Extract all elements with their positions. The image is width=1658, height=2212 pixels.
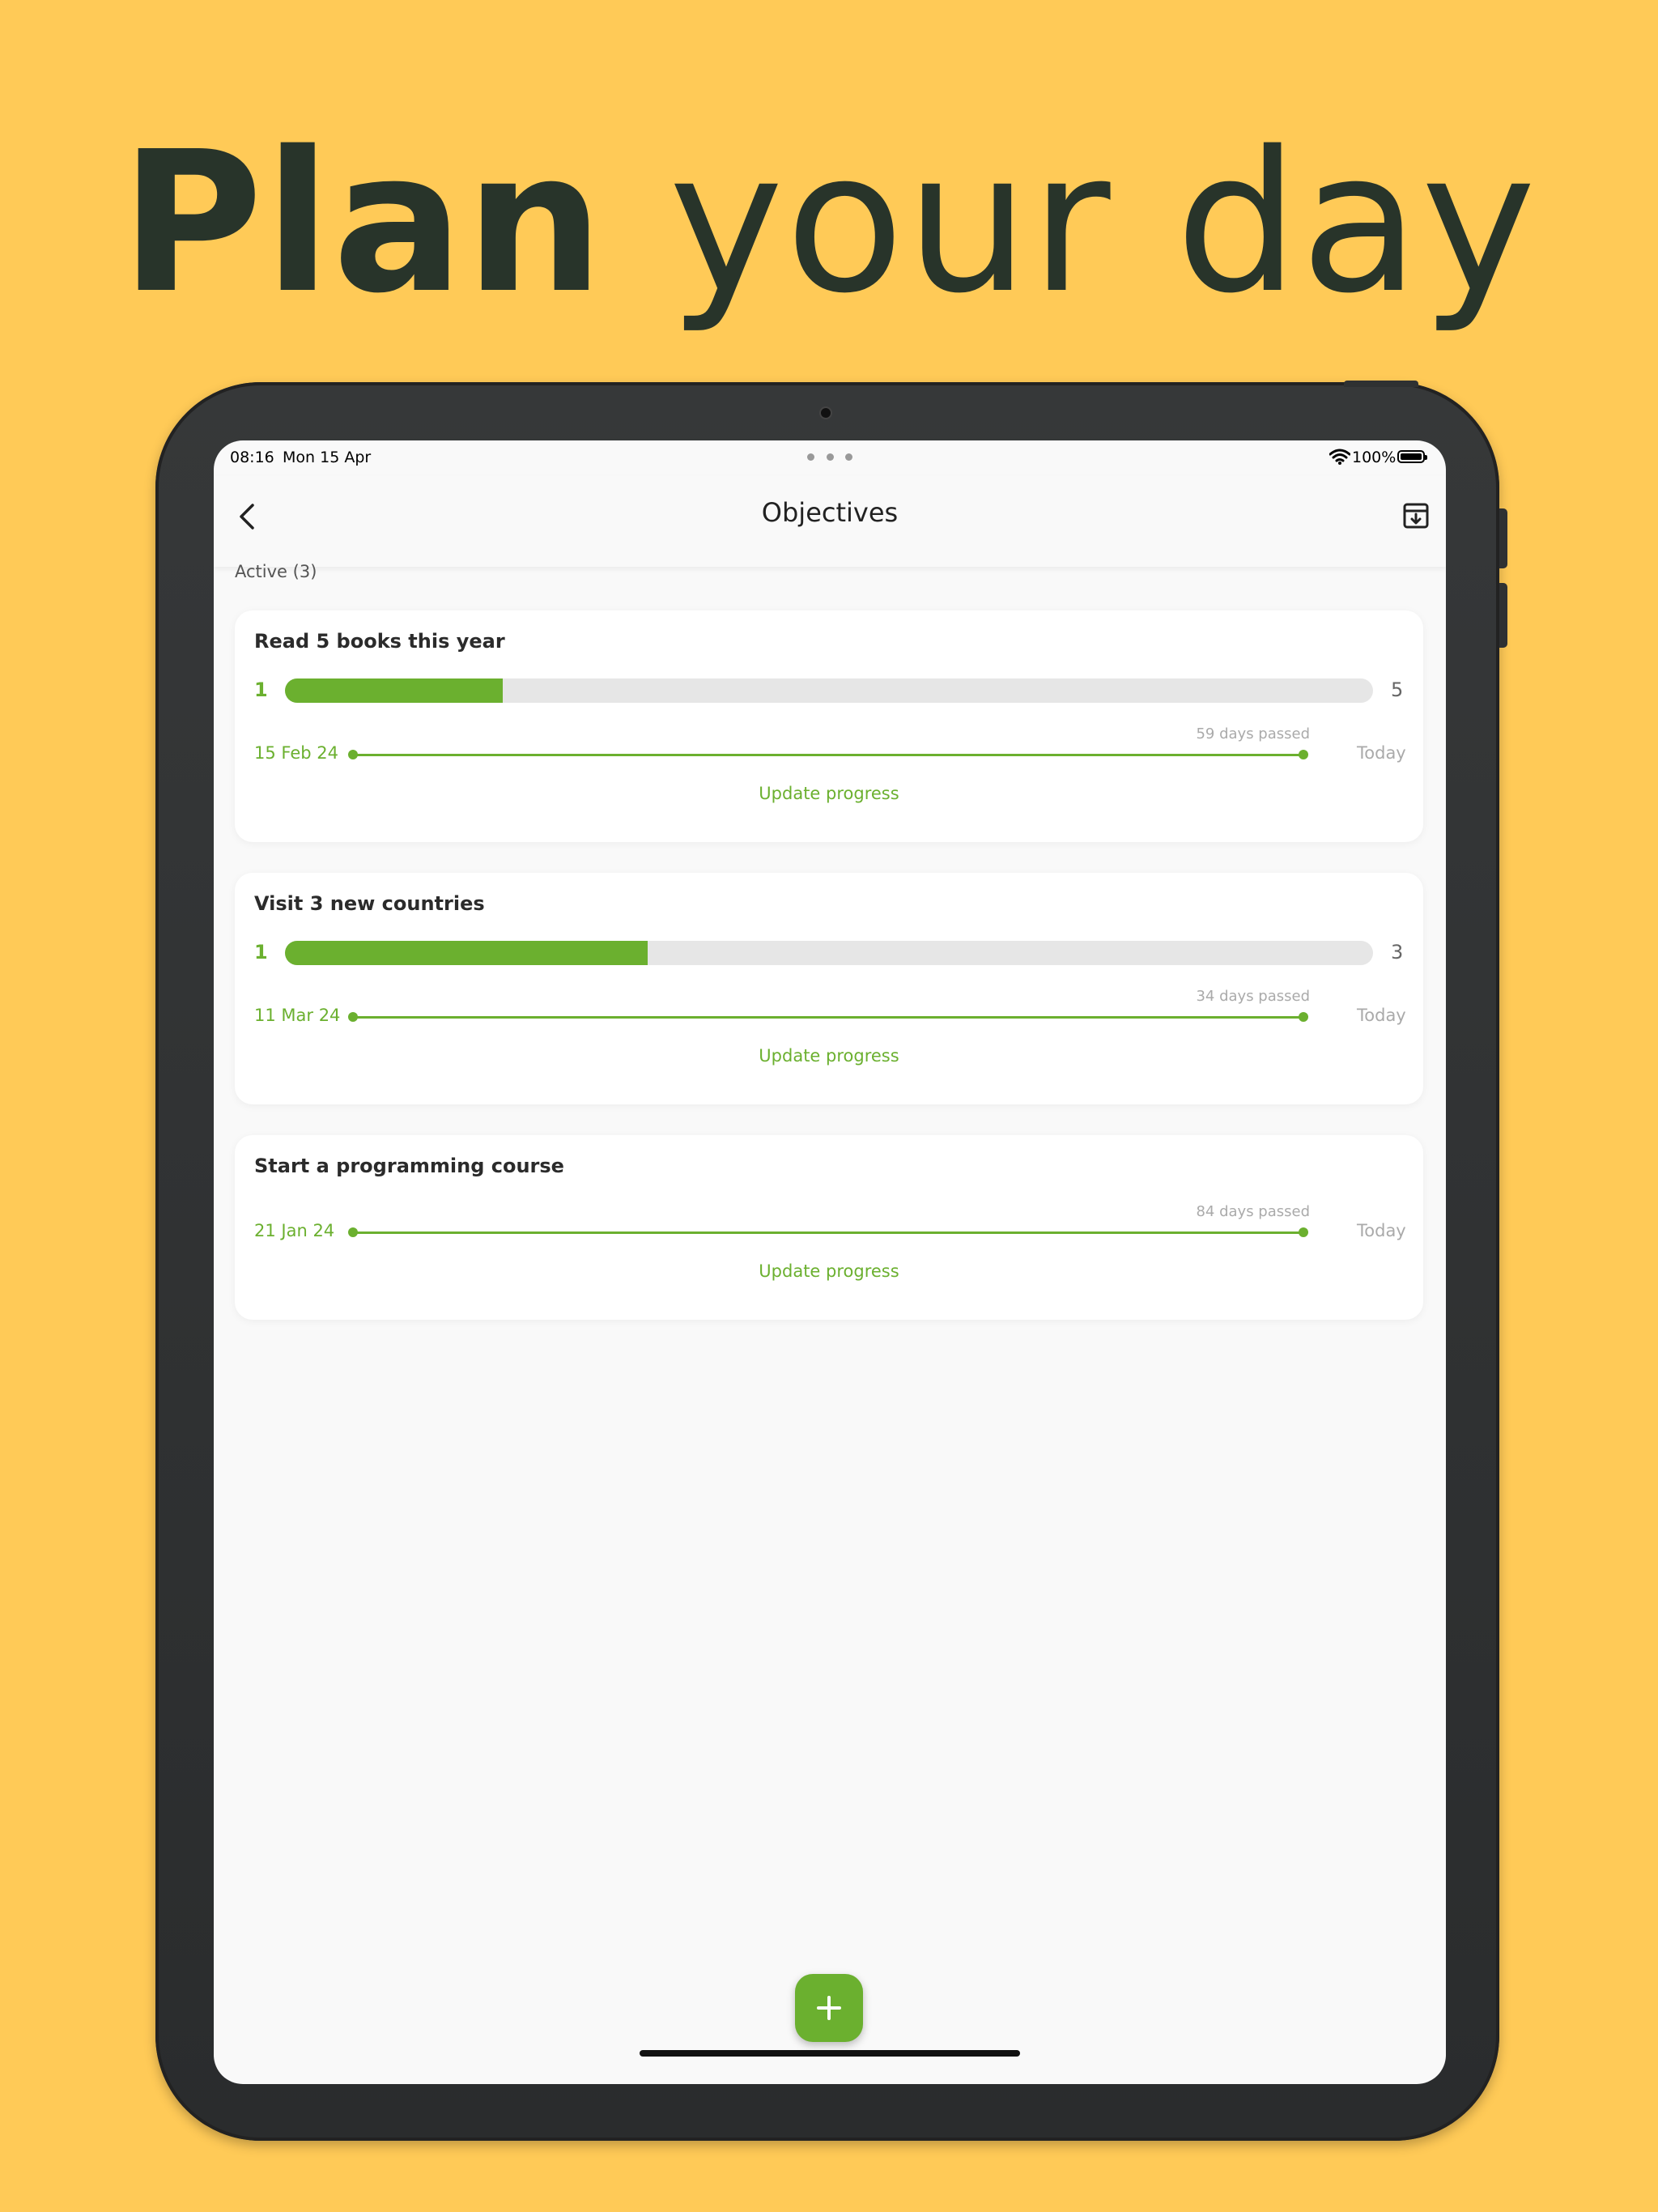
start-date: 11 Mar 24: [254, 1006, 341, 1025]
objective-title: Read 5 books this year: [254, 630, 505, 653]
progress-target: 3: [1391, 941, 1404, 963]
progress-fill: [285, 941, 648, 965]
headline-bold: Plan: [120, 109, 606, 336]
status-bar: 08:16 Mon 15 Apr 100%: [214, 440, 1446, 476]
top-power-button: [1344, 381, 1418, 387]
volume-up-button: [1499, 508, 1507, 568]
objective-card[interactable]: Read 5 books this year 1 5 59 days passe…: [235, 610, 1423, 842]
progress-current: 1: [254, 678, 268, 701]
objective-card[interactable]: Start a programming course 84 days passe…: [235, 1135, 1423, 1320]
timeline-bar: [348, 750, 1308, 759]
objective-title: Start a programming course: [254, 1155, 564, 1177]
app-screen: 08:16 Mon 15 Apr 100% Objectives Active …: [214, 440, 1446, 2084]
start-date: 15 Feb 24: [254, 743, 338, 763]
archive-download-icon[interactable]: [1402, 502, 1430, 530]
days-passed-label: 84 days passed: [1196, 1203, 1310, 1220]
add-objective-button[interactable]: [795, 1974, 863, 2042]
update-progress-button[interactable]: Update progress: [235, 1046, 1423, 1066]
timeline-end-label: Today: [1357, 1006, 1406, 1025]
start-date: 21 Jan 24: [254, 1221, 335, 1240]
plus-icon: [817, 1996, 841, 2020]
progress-target: 5: [1391, 678, 1404, 701]
navigation-bar: Objectives: [214, 476, 1446, 567]
update-progress-button[interactable]: Update progress: [235, 1261, 1423, 1281]
days-passed-label: 59 days passed: [1196, 725, 1310, 742]
days-passed-label: 34 days passed: [1196, 988, 1310, 1005]
section-label-active: Active (3): [235, 562, 317, 581]
home-indicator[interactable]: [640, 2050, 1020, 2057]
headline-rest: your day: [668, 109, 1538, 336]
objective-card[interactable]: Visit 3 new countries 1 3 34 days passed…: [235, 873, 1423, 1104]
battery-icon: [1397, 450, 1427, 463]
status-date: Mon 15 Apr: [283, 449, 372, 466]
timeline-end-label: Today: [1357, 743, 1406, 763]
progress-fill: [285, 678, 503, 703]
update-progress-button[interactable]: Update progress: [235, 784, 1423, 803]
status-time: 08:16: [230, 449, 274, 466]
multitasking-dots-icon[interactable]: [807, 453, 852, 462]
progress-bar: [285, 678, 1373, 703]
volume-down-button: [1499, 583, 1507, 648]
camera-icon: [821, 408, 831, 418]
timeline-end-label: Today: [1357, 1221, 1406, 1240]
headline: Plan your day: [0, 101, 1658, 344]
progress-bar: [285, 941, 1373, 965]
battery-percentage: 100%: [1352, 449, 1397, 466]
tablet-device: 08:16 Mon 15 Apr 100% Objectives Active …: [155, 382, 1499, 2141]
progress-current: 1: [254, 941, 268, 963]
wifi-icon: [1329, 449, 1350, 465]
timeline-bar: [348, 1227, 1308, 1237]
objective-title: Visit 3 new countries: [254, 892, 485, 915]
timeline-bar: [348, 1012, 1308, 1022]
page-title: Objectives: [761, 497, 899, 528]
